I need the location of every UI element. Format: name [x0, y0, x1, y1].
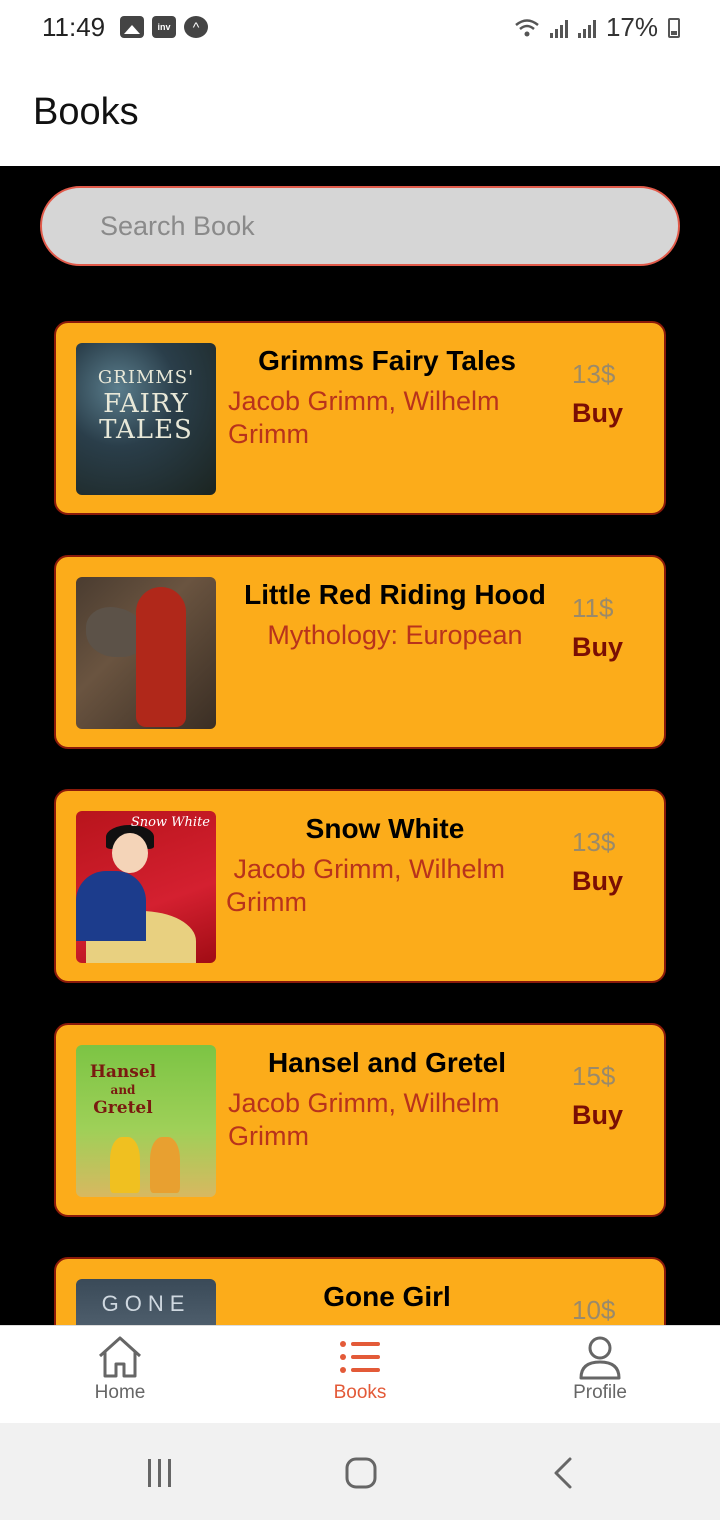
book-card[interactable]: Snow White Snow White Jacob Grimm, Wilhe…: [54, 789, 666, 983]
nav-label: Profile: [573, 1382, 627, 1403]
inv-icon: inv: [152, 16, 176, 38]
book-title: Grimms Fairy Tales: [258, 345, 516, 376]
book-info: Little Red Riding Hood Mythology: Europe…: [228, 579, 562, 652]
buy-button[interactable]: Buy: [572, 632, 623, 663]
status-notification-icons: inv ^: [120, 16, 208, 38]
status-time: 11:49: [42, 12, 106, 42]
book-author: Jacob Grimm, Wilhelm Grimm: [226, 854, 513, 917]
book-card[interactable]: Little Red Riding Hood Mythology: Europe…: [54, 555, 666, 749]
app-icon: ^: [184, 16, 208, 38]
signal-icon: [549, 18, 568, 38]
list-icon: [340, 1341, 380, 1373]
search-bar[interactable]: [40, 186, 680, 266]
nav-label: Home: [94, 1382, 146, 1403]
book-author: Jacob Grimm, Wilhelm Grimm: [228, 386, 500, 449]
battery-percent: 17%: [605, 12, 658, 42]
status-system-icons: 17%: [514, 12, 680, 43]
status-bar: 11:49 inv ^ 17%: [0, 0, 720, 56]
search-input[interactable]: [100, 188, 660, 264]
buy-button[interactable]: Buy: [572, 866, 623, 897]
nav-label: Books: [333, 1382, 387, 1403]
book-author: Mythology: European: [267, 620, 523, 650]
book-cover-image: GRIMMS' FAIRY TALES: [76, 343, 216, 495]
book-info: Grimms Fairy Tales Jacob Grimm, Wilhelm …: [228, 345, 546, 451]
buy-button[interactable]: Buy: [572, 398, 623, 429]
book-title: Gone Girl: [323, 1281, 451, 1312]
system-navigation-bar: [0, 1423, 720, 1520]
image-icon: [120, 16, 144, 38]
nav-item-home[interactable]: Home: [60, 1326, 180, 1424]
book-title: Snow White: [305, 813, 465, 844]
buy-button[interactable]: Buy: [572, 1100, 623, 1131]
home-button-icon[interactable]: [341, 1453, 381, 1493]
book-price: 10$: [572, 1295, 616, 1325]
book-price: 13$: [572, 359, 616, 389]
book-card[interactable]: GRIMMS' FAIRY TALES Grimms Fairy Tales J…: [54, 321, 666, 515]
recent-apps-icon[interactable]: [140, 1453, 180, 1493]
book-title: Hansel and Gretel: [267, 1047, 507, 1078]
nav-item-profile[interactable]: Profile: [540, 1326, 660, 1424]
nav-item-books[interactable]: Books: [300, 1326, 420, 1424]
book-card[interactable]: Hansel and Gretel Hansel and Gretel Jaco…: [54, 1023, 666, 1217]
person-icon: [579, 1336, 621, 1380]
book-info: Gone Girl: [228, 1281, 546, 1313]
book-cover-image: Snow White: [76, 811, 216, 963]
book-author: Jacob Grimm, Wilhelm Grimm: [228, 1088, 500, 1151]
book-price: 15$: [572, 1061, 616, 1091]
back-icon[interactable]: [544, 1453, 584, 1493]
home-icon: [98, 1336, 142, 1378]
signal-icon: [577, 18, 596, 38]
book-price: 13$: [572, 827, 616, 857]
book-price: 11$: [572, 593, 614, 623]
book-title: Little Red Riding Hood: [244, 579, 546, 610]
app-header: Books: [0, 56, 720, 166]
battery-icon: [668, 17, 680, 38]
book-cover-image: Hansel and Gretel: [76, 1045, 216, 1197]
book-info: Hansel and Gretel Jacob Grimm, Wilhelm G…: [228, 1047, 546, 1153]
wifi-icon: [515, 18, 539, 36]
bottom-navigation: Home Books Profile: [0, 1325, 720, 1423]
page-title: Books: [33, 91, 139, 133]
book-cover-image: [76, 577, 216, 729]
book-info: Snow White Jacob Grimm, Wilhelm Grimm: [226, 813, 544, 919]
